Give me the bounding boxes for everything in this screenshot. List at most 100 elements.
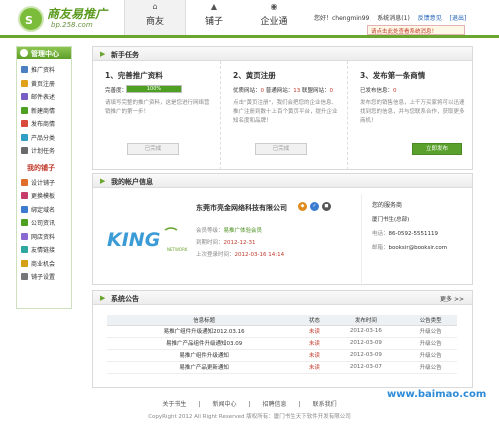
read-status: 未读 bbox=[301, 361, 328, 374]
service-phone-row: 电话：86-0592-5551119 bbox=[372, 229, 447, 237]
footer-link[interactable]: 关于书生 bbox=[162, 401, 186, 408]
row-label: 电话： bbox=[372, 231, 389, 237]
sidebar-item[interactable]: 商业机会 bbox=[21, 257, 71, 271]
sidebar-item-icon bbox=[21, 147, 28, 155]
watermark: www.baimao.com bbox=[387, 389, 487, 400]
sidebar-item[interactable]: 新建商情 bbox=[21, 104, 71, 118]
logo-mark: S bbox=[18, 6, 44, 32]
sidebar: 管理中心 推广资料 黄页注册 邮件表述 新建商情 发布商情 产品分类 计划任务 我的铺子 设… bbox=[16, 46, 72, 309]
table-row[interactable]: 易推广产品更新通知 未读 2012-03-07 升级公告 bbox=[107, 361, 457, 374]
footer-link[interactable]: 招聘信息 bbox=[263, 401, 287, 408]
company-logo-sub: NETWORK bbox=[167, 247, 188, 252]
sidebar-item[interactable]: 铺子设置 bbox=[21, 270, 71, 284]
verified-badge-icon[interactable]: ✓ bbox=[310, 202, 319, 211]
more-link[interactable]: 更多 >> bbox=[440, 294, 464, 303]
stat-value: 0 bbox=[260, 88, 265, 94]
sidebar-item[interactable]: 发布商情 bbox=[21, 117, 71, 131]
sidebar-item-label: 新建商情 bbox=[31, 107, 56, 115]
service-provider: 您的服务商 厦门书生(总部) 电话：86-0592-5551119 邮箱：boo… bbox=[361, 194, 447, 286]
table-row[interactable]: 易推广组件升级通知2012.03.16 未读 2012-03-16 升级公告 bbox=[107, 325, 457, 338]
account-panel-title: 我的帐户信息 bbox=[111, 178, 153, 186]
table-row[interactable]: 易推广组件升级通知 未读 2012-03-09 升级公告 bbox=[107, 349, 457, 362]
tab-qiyetong[interactable]: ◉ 企业通 bbox=[242, 0, 306, 35]
gold-badge-icon[interactable]: ◆ bbox=[298, 202, 307, 211]
announcement-title[interactable]: 易推广产品更新通知 bbox=[107, 361, 302, 374]
task-done-button[interactable]: 已完成 bbox=[127, 143, 179, 155]
task-card: 1、完善推广资料 完善度： 100% 请填写完整的推广资料，这是您进行网络营销推… bbox=[93, 61, 220, 170]
arrow-icon: ▶ bbox=[100, 177, 106, 185]
column-header: 公告类型 bbox=[404, 315, 457, 326]
publish-now-button[interactable]: 立即发布 bbox=[412, 143, 462, 155]
sidebar-item[interactable]: 公司资讯 bbox=[21, 216, 71, 230]
sidebar-subtitle: 我的铺子 bbox=[27, 163, 55, 172]
sidebar-item-icon bbox=[21, 246, 28, 254]
sidebar-list-shop: 设计铺子 更换模板 绑定域名 公司资讯 网店资料 友情链接商业机会铺子设置 bbox=[17, 176, 71, 284]
sidebar-item-label: 铺子设置 bbox=[31, 274, 56, 282]
table-row[interactable]: 易推广产品组件升级通知03.09 未读 2012-03-09 升级公告 bbox=[107, 337, 457, 350]
task-description: 点击"黄页注册"，我们会把您的企业信息、推广注册到数十上百个黄页平台，提升企业知… bbox=[233, 100, 338, 124]
task-stats: 已发布信息：0 bbox=[360, 86, 397, 94]
sidebar-item[interactable]: 产品分类 bbox=[21, 131, 71, 145]
column-header: 信息标题 bbox=[107, 315, 302, 326]
table-body: 易推广组件升级通知2012.03.16 未读 2012-03-16 升级公告 易推广产品… bbox=[107, 325, 457, 374]
system-notice[interactable]: 请点击此处查看系统消息！ bbox=[367, 25, 465, 35]
sidebar-item[interactable]: 网店资料 bbox=[21, 230, 71, 244]
task-progress-bar: 100% bbox=[126, 85, 182, 93]
feedback-link[interactable]: 反馈意见 bbox=[418, 15, 442, 22]
sidebar-item-label: 发布商情 bbox=[31, 121, 56, 129]
read-status: 未读 bbox=[301, 325, 328, 338]
service-email[interactable]: booksir@booksir.com bbox=[389, 245, 448, 251]
member-level: 易推广体验会员 bbox=[223, 228, 263, 234]
sidebar-item-label: 商业机会 bbox=[31, 260, 56, 268]
sidebar-item[interactable]: 计划任务 bbox=[21, 144, 71, 158]
tab-shangyou[interactable]: ⌂ 商友 bbox=[124, 0, 186, 35]
tab-puzi[interactable]: ▲ 铺子 bbox=[186, 0, 242, 35]
sidebar-item-icon bbox=[21, 93, 28, 101]
sidebar-item[interactable]: 绑定域名 bbox=[21, 203, 71, 217]
publish-date: 2012-03-09 bbox=[327, 349, 405, 362]
sidebar-item-icon bbox=[21, 205, 28, 213]
stat-label: 联盟网站： bbox=[302, 88, 330, 94]
expiry-date: 2012-12-31 bbox=[223, 240, 256, 246]
last-login-time: 2012-03-16 14:14 bbox=[234, 252, 285, 258]
logout-link[interactable]: [退出] bbox=[450, 15, 467, 22]
row-label: 到期时间： bbox=[196, 240, 224, 246]
sidebar-item-icon bbox=[21, 273, 28, 281]
member-level-row: 会员等级：易推广体验会员 bbox=[196, 226, 262, 234]
expiry-row: 到期时间：2012-12-31 bbox=[196, 238, 255, 246]
footer-link[interactable]: 联系我们 bbox=[313, 401, 337, 408]
user-bar: 您好！chengmin99 系统消息(1) 反馈意见 [退出] bbox=[314, 13, 466, 22]
sidebar-item[interactable]: 友情链接 bbox=[21, 243, 71, 257]
sidebar-item-icon bbox=[21, 106, 28, 114]
sidebar-item[interactable]: 黄页注册 bbox=[21, 77, 71, 91]
sidebar-item[interactable]: 推广资料 bbox=[21, 63, 71, 77]
tasks-panel-header: ▶ 新手任务 bbox=[93, 47, 472, 61]
task-title: 1、完善推广资料 bbox=[105, 71, 163, 80]
shield-badge-icon[interactable]: ◼ bbox=[322, 202, 331, 211]
table-header-row: 信息标题 状态 发布时间 公告类型 bbox=[107, 315, 457, 326]
row-label: 邮箱： bbox=[372, 245, 389, 251]
sidebar-list-main: 推广资料 黄页注册 邮件表述新建商情发布商情产品分类 计划任务 bbox=[17, 59, 71, 158]
announcement-type: 升级公告 bbox=[404, 361, 457, 374]
read-status: 未读 bbox=[301, 349, 328, 362]
task-stats: 优质网站：0 普通网站：13 联盟网站：0 bbox=[233, 86, 333, 94]
announcements-panel-header: ▶ 系统公告 更多 >> bbox=[93, 291, 472, 305]
system-messages-link[interactable]: 系统消息(1) bbox=[377, 15, 410, 22]
stat-label: 优质网站： bbox=[233, 88, 261, 94]
task-list: 1、完善推广资料 完善度： 100% 请填写完整的推广资料，这是您进行网络营销推… bbox=[93, 61, 474, 170]
logo[interactable]: S 商友易推广 bp.258.com bbox=[18, 5, 114, 33]
announcement-type: 升级公告 bbox=[404, 325, 457, 338]
publish-date: 2012-03-16 bbox=[327, 325, 405, 338]
announcement-title[interactable]: 易推广组件升级通知 bbox=[107, 349, 302, 362]
sidebar-item[interactable]: 设计铺子 bbox=[21, 176, 71, 190]
footer-link[interactable]: 新闻中心 bbox=[212, 401, 236, 408]
logo-url: bp.258.com bbox=[51, 21, 93, 29]
stat-label: 普通网站： bbox=[265, 88, 294, 94]
task-done-button[interactable]: 已完成 bbox=[255, 143, 307, 155]
announcement-title[interactable]: 易推广产品组件升级通知03.09 bbox=[107, 337, 302, 350]
sidebar-item[interactable]: 更换模板 bbox=[21, 189, 71, 203]
sidebar-item[interactable]: 邮件表述 bbox=[21, 90, 71, 104]
announcement-title[interactable]: 易推广组件升级通知2012.03.16 bbox=[107, 325, 302, 338]
row-label: 会员等级： bbox=[196, 228, 224, 234]
logo-title: 商友易推广 bbox=[47, 7, 108, 21]
